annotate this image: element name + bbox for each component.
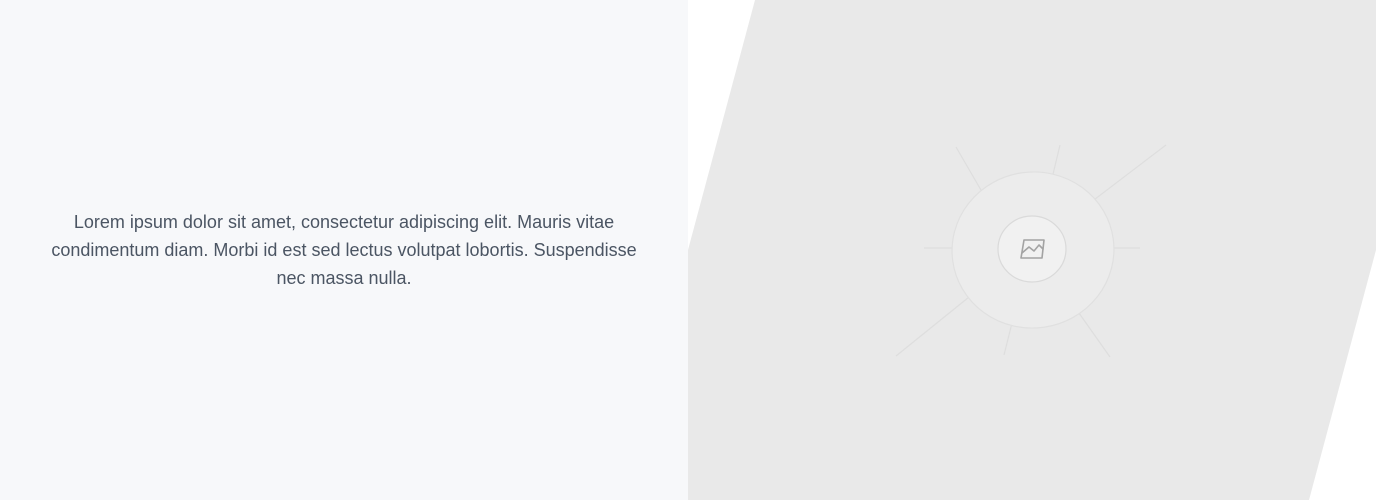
hero-body-text: Lorem ipsum dolor sit amet, consectetur … <box>51 212 637 288</box>
image-placeholder <box>688 0 1376 500</box>
hero-section: Lorem ipsum dolor sit amet, consectetur … <box>0 0 1376 500</box>
text-panel: Lorem ipsum dolor sit amet, consectetur … <box>0 0 688 500</box>
image-panel <box>688 0 1376 500</box>
